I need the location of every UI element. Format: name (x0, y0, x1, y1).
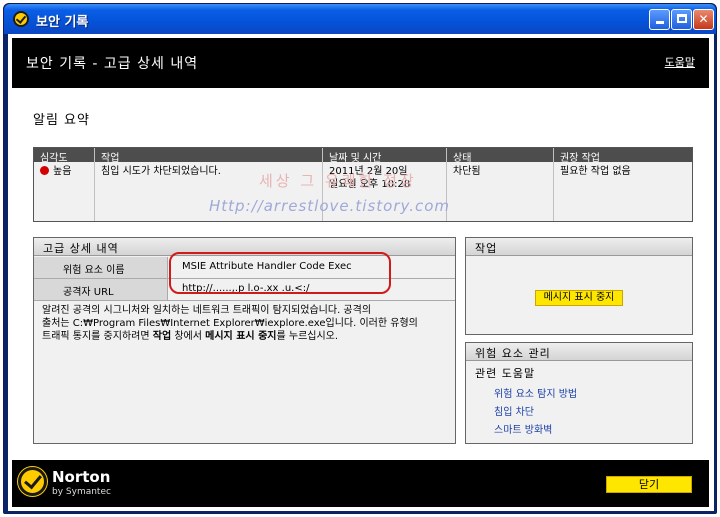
minimize-icon (655, 21, 664, 24)
status-cell: 차단됨 (453, 166, 481, 177)
task-header: 작업 (101, 153, 120, 164)
threat-name-label-cell: 위험 요소 이름 (34, 257, 168, 278)
attacker-url-label: 공격자 URL (63, 287, 114, 298)
maximize-button[interactable] (671, 9, 692, 30)
severity-high-icon (40, 166, 49, 175)
severity-header: 심각도 (40, 153, 68, 164)
client-area: 보안 기록 - 고급 상세 내역 도움말 알림 요약 심각도 높음 작업 침입 … (8, 34, 714, 511)
action-panel: 작업 메시지 표시 중지 (465, 237, 693, 335)
status-column: 상태 차단됨 (447, 148, 553, 221)
datetime-header: 날짜 및 시간 (329, 153, 382, 164)
norton-brand: Norton (52, 468, 111, 486)
task-cell: 침입 시도가 차단되었습니다. (101, 166, 221, 177)
description-bold-task: 작업 (152, 331, 172, 342)
smart-firewall-link[interactable]: 스마트 방화벽 (494, 421, 552, 436)
status-header: 상태 (453, 153, 472, 164)
threat-management-title: 위험 요소 관리 (475, 347, 551, 360)
security-history-window: 보안 기록 ✕ 보안 기록 - 고급 상세 내역 도움말 알림 요약 심각도 높… (3, 3, 717, 514)
footer-bar: Norton by Symantec 닫기 (12, 460, 709, 507)
watermark-line-1: 세상 그 유쾌한 정장 (259, 172, 417, 190)
stop-notifications-button[interactable]: 메시지 표시 중지 (535, 290, 623, 306)
description-bold-stop: 메시지 표시 중지 (205, 331, 277, 342)
threat-name-label: 위험 요소 이름 (63, 265, 125, 276)
description-line-3-pre: 트래픽 통지를 중지하려면 (42, 331, 153, 342)
close-icon: ✕ (698, 12, 709, 26)
norton-logo-icon (18, 467, 47, 496)
action-header: 작업 (466, 238, 692, 256)
threat-management-panel: 위험 요소 관리 관련 도움말 위험 요소 탐지 방법 침입 차단 스마트 방화… (465, 342, 693, 444)
header-band: 보안 기록 - 고급 상세 내역 도움말 (12, 38, 709, 88)
maximize-icon (676, 14, 687, 23)
norton-app-icon (13, 11, 29, 27)
recommended-cell: 필요한 작업 없음 (560, 166, 631, 177)
threat-description: 알려진 공격의 시그니처와 일치하는 네트워크 트래픽이 탐지되었습니다. 공격… (42, 304, 447, 343)
advanced-details-panel: 고급 상세 내역 위험 요소 이름 MSIE Attribute Handler… (33, 237, 456, 444)
highlight-outline (169, 252, 391, 294)
threat-detection-link[interactable]: 위험 요소 탐지 방법 (494, 385, 577, 400)
related-help-title: 관련 도움말 (475, 367, 536, 380)
action-title: 작업 (475, 242, 498, 255)
severity-cell: 높음 (40, 165, 71, 178)
description-line-3-post: 를 누르십시오. (276, 331, 339, 342)
intrusion-prevention-link[interactable]: 침입 차단 (494, 403, 534, 418)
page-title: 보안 기록 - 고급 상세 내역 (26, 56, 199, 72)
title-bar[interactable]: 보안 기록 ✕ (4, 4, 716, 34)
severity-value: 높음 (53, 166, 72, 177)
severity-column: 심각도 높음 (34, 148, 94, 221)
close-button[interactable]: 닫기 (606, 476, 692, 493)
window-title: 보안 기록 (36, 15, 89, 30)
attacker-url-label-cell: 공격자 URL (34, 279, 168, 300)
recommended-header: 권장 작업 (560, 153, 600, 164)
watermark-line-2: Http://arrestlove.tistory.com (209, 197, 450, 215)
norton-brand-sub: by Symantec (52, 487, 111, 497)
minimize-button[interactable] (649, 9, 670, 30)
threat-management-header: 위험 요소 관리 (466, 343, 692, 361)
advanced-details-title: 고급 상세 내역 (43, 242, 119, 255)
close-window-button[interactable]: ✕ (693, 9, 714, 30)
description-line-2: 출처는 C:₩Program Files₩Internet Explorer₩i… (42, 318, 418, 329)
description-line-3-mid: 창에서 (171, 331, 206, 342)
description-line-1: 알려진 공격의 시그니처와 일치하는 네트워크 트래픽이 탐지되었습니다. 공격… (42, 305, 372, 316)
help-link[interactable]: 도움말 (665, 54, 695, 70)
recommended-column: 권장 작업 필요한 작업 없음 (554, 148, 692, 221)
alert-summary-title: 알림 요약 (33, 113, 90, 128)
